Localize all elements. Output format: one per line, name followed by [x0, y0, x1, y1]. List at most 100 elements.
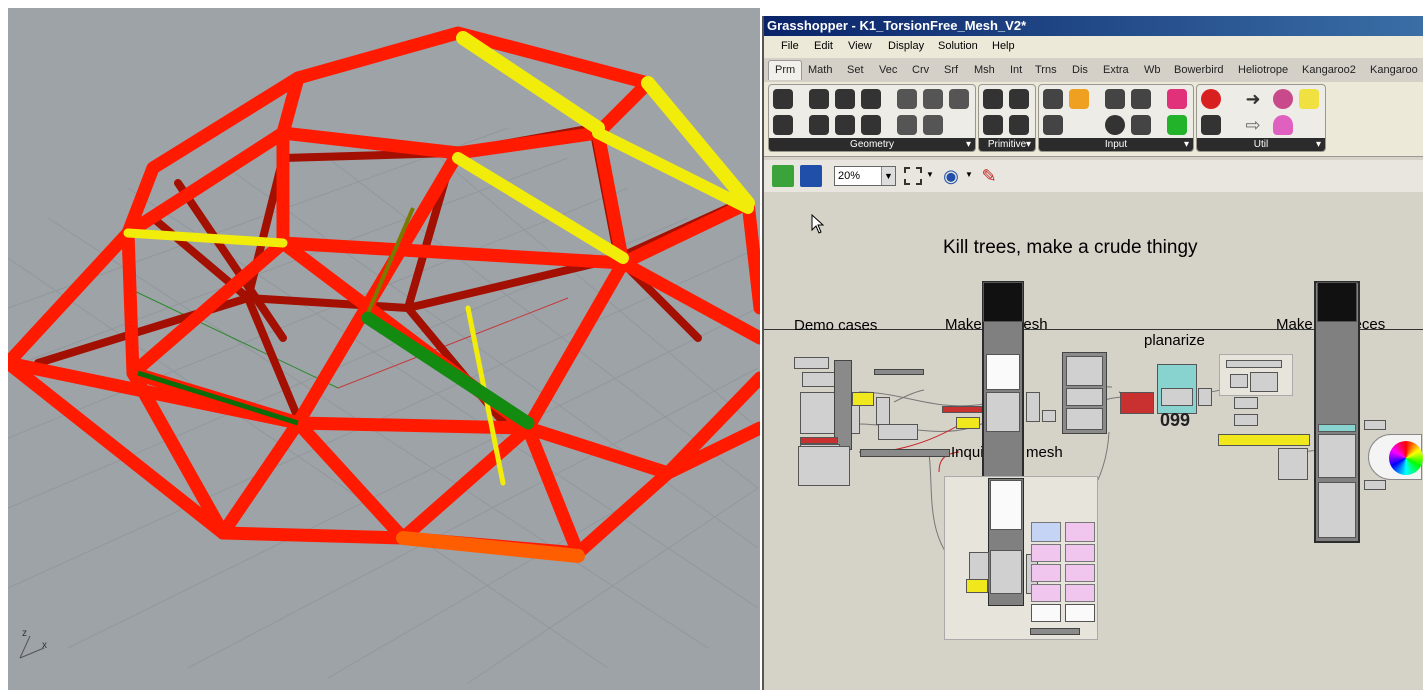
inquire-white-panel-2[interactable]: [1065, 604, 1095, 622]
inquire-pink-panel-3[interactable]: [1031, 584, 1061, 602]
tab-set[interactable]: Set: [847, 64, 864, 76]
tab-kangaroo2[interactable]: Kangaroo2: [1302, 64, 1356, 76]
tab-kangaroo[interactable]: Kangaroo: [1370, 64, 1418, 76]
preview-dropdown-icon[interactable]: ▼: [965, 170, 973, 179]
tab-prm[interactable]: Prm: [768, 60, 803, 80]
menu-solution[interactable]: Solution: [938, 40, 978, 52]
number-param-icon[interactable]: [983, 115, 1003, 135]
pieces-comp-3[interactable]: [1234, 397, 1258, 409]
inquire-pink-panel-1[interactable]: [1031, 544, 1061, 562]
mesh-relax-1[interactable]: [1066, 356, 1103, 386]
data-input-arrow-icon[interactable]: ⇨: [1243, 115, 1263, 135]
mesh-param-icon[interactable]: [923, 89, 943, 109]
text-param-icon[interactable]: [1009, 115, 1029, 135]
demo-slider-1[interactable]: [874, 369, 924, 375]
chevron-down-icon[interactable]: ▼: [881, 167, 895, 185]
brep-param-icon[interactable]: [835, 89, 855, 109]
inquire-white-panel-1[interactable]: [1031, 604, 1061, 622]
sketch-pen-icon[interactable]: ✎: [978, 165, 1000, 187]
inquire-pink-panel-5[interactable]: [1065, 544, 1095, 562]
pieces-comp-4[interactable]: [1234, 414, 1258, 426]
menu-file[interactable]: File: [781, 40, 799, 52]
tab-wb[interactable]: Wb: [1144, 64, 1161, 76]
demo-red-param[interactable]: [800, 437, 838, 444]
inquire-pink-panel-2[interactable]: [1031, 564, 1061, 582]
tab-math[interactable]: Math: [808, 64, 832, 76]
pieces-teal-param[interactable]: [1318, 424, 1356, 432]
point-param-icon[interactable]: [773, 115, 793, 135]
flask-icon[interactable]: [1273, 115, 1293, 135]
demo-list[interactable]: [798, 446, 850, 486]
colour-input-1[interactable]: [1364, 420, 1386, 430]
demo-slider-2[interactable]: [860, 449, 950, 457]
circle-param-icon[interactable]: [809, 89, 829, 109]
tab-trns[interactable]: Trns: [1035, 64, 1057, 76]
inquire-deconstruct[interactable]: [990, 550, 1022, 594]
tab-extra[interactable]: Extra: [1103, 64, 1129, 76]
inquire-yellow-param[interactable]: [966, 579, 988, 593]
mesh-output-2[interactable]: [1042, 410, 1056, 422]
boolean-param-icon[interactable]: [983, 89, 1003, 109]
menu-view[interactable]: View: [848, 40, 872, 52]
inquire-blue-panel[interactable]: [1031, 522, 1061, 542]
pieces-preview[interactable]: [1318, 482, 1356, 538]
cherry-picker-icon[interactable]: [1201, 89, 1221, 109]
pieces-merge[interactable]: [1278, 448, 1308, 480]
zoom-select[interactable]: 20% ▼: [834, 166, 896, 186]
pieces-slider[interactable]: [1226, 360, 1282, 368]
tab-crv[interactable]: Crv: [912, 64, 929, 76]
inquire-white-param[interactable]: [990, 480, 1022, 530]
box-param-icon[interactable]: [897, 89, 917, 109]
menu-help[interactable]: Help: [992, 40, 1015, 52]
mesh-param-white[interactable]: [986, 354, 1020, 390]
mesh-output-1[interactable]: [1026, 392, 1040, 422]
tab-dis[interactable]: Dis: [1072, 64, 1088, 76]
import-icon[interactable]: [1043, 115, 1063, 135]
pieces-yellow-slider[interactable]: [1218, 434, 1310, 446]
planarize-red-group[interactable]: [1120, 392, 1154, 414]
colour-wheel-panel[interactable]: [1368, 434, 1423, 480]
transform-param-icon[interactable]: [923, 115, 943, 135]
mesh-relax-2[interactable]: [1066, 388, 1103, 406]
line-param-icon[interactable]: [835, 115, 855, 135]
menu-display[interactable]: Display: [888, 40, 924, 52]
planarize-output[interactable]: [1198, 388, 1212, 406]
pieces-comp-2[interactable]: [1230, 374, 1248, 388]
mesh-relax-3[interactable]: [1066, 408, 1103, 430]
tab-heliotrope[interactable]: Heliotrope: [1238, 64, 1288, 76]
pieces-comp-1[interactable]: [1250, 372, 1278, 392]
demo-merge[interactable]: [876, 397, 890, 425]
demo-yellow-param[interactable]: [852, 392, 874, 406]
tab-vec[interactable]: Vec: [879, 64, 897, 76]
plane-param-icon[interactable]: [861, 115, 881, 135]
graph-mapper-icon[interactable]: [1069, 89, 1089, 109]
field-param-icon[interactable]: [897, 115, 917, 135]
inquire-pink-panel-6[interactable]: [1065, 564, 1095, 582]
tree-icon[interactable]: [1201, 115, 1221, 135]
zoom-extents-dropdown-icon[interactable]: ▼: [926, 170, 934, 179]
geometry-param-icon[interactable]: [773, 89, 793, 109]
inquire-slider[interactable]: [1030, 628, 1080, 635]
mesh-red-param[interactable]: [942, 406, 982, 413]
curve-param-icon[interactable]: [809, 115, 829, 135]
grasshopper-canvas[interactable]: Kill trees, make a crude thingy Demo cas…: [764, 192, 1423, 690]
value-list-icon[interactable]: [1131, 115, 1151, 135]
zoom-extents-icon[interactable]: [904, 167, 922, 185]
open-file-icon[interactable]: [772, 165, 794, 187]
tab-int[interactable]: Int: [1010, 64, 1022, 76]
tab-srf[interactable]: Srf: [944, 64, 958, 76]
save-file-icon[interactable]: [800, 165, 822, 187]
fitness-icon[interactable]: [1273, 89, 1293, 109]
mesh-yellow-param[interactable]: [956, 417, 980, 429]
matrix-icon[interactable]: [1167, 115, 1187, 135]
planarize-solver[interactable]: [1161, 388, 1193, 406]
surface-param-icon[interactable]: [861, 89, 881, 109]
integer-param-icon[interactable]: [1009, 89, 1029, 109]
tab-bowerbird[interactable]: Bowerbird: [1174, 64, 1224, 76]
panel-icon[interactable]: [1105, 89, 1125, 109]
inquire-pink-panel-4[interactable]: [1065, 522, 1095, 542]
data-output-arrow-icon[interactable]: ➜: [1243, 89, 1263, 109]
demo-param[interactable]: [794, 357, 829, 369]
colour-input-2[interactable]: [1364, 480, 1386, 490]
gradient-icon[interactable]: [1043, 89, 1063, 109]
